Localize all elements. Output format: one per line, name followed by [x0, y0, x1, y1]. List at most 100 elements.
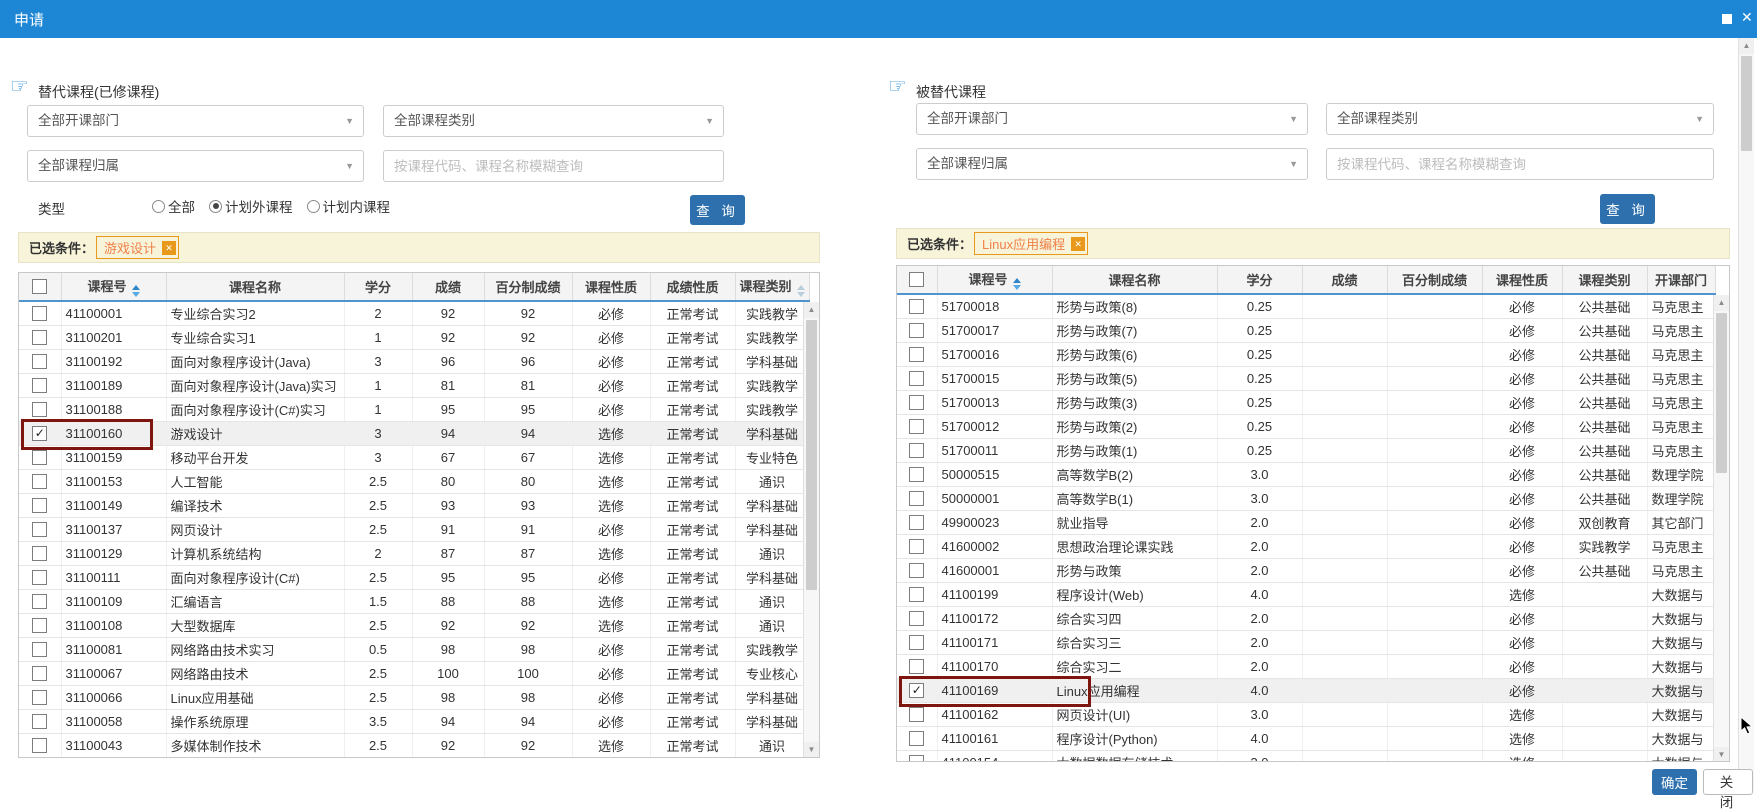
confirm-button[interactable]: 确定 — [1652, 769, 1697, 795]
row-checkbox[interactable] — [909, 683, 924, 698]
left-belong-select[interactable]: 全部课程归属 ▼ — [27, 150, 364, 182]
row-checkbox[interactable] — [32, 474, 47, 489]
select-all-checkbox[interactable] — [32, 279, 47, 294]
row-checkbox[interactable] — [909, 299, 924, 314]
row-checkbox[interactable] — [32, 426, 47, 441]
right-department-select[interactable]: 全部开课部门 ▼ — [916, 103, 1308, 135]
type-radio-计划内课程[interactable]: 计划内课程 — [307, 196, 391, 216]
table-row[interactable]: 31100111面向对象程序设计(C#)2.59595必修正常考试学科基础 — [19, 566, 809, 590]
type-radio-全部[interactable]: 全部 — [152, 196, 195, 216]
scroll-down-icon[interactable]: ▼ — [804, 742, 819, 758]
row-checkbox[interactable] — [909, 419, 924, 434]
table-row[interactable]: 31100137网页设计2.59191必修正常考试学科基础 — [19, 518, 809, 542]
table-row[interactable]: 31100192面向对象程序设计(Java)39696必修正常考试学科基础 — [19, 350, 809, 374]
table-row[interactable]: 51700018形势与政策(8)0.25必修公共基础马克思主 — [897, 294, 1715, 319]
table-row[interactable]: 51700013形势与政策(3)0.25必修公共基础马克思主 — [897, 391, 1715, 415]
scroll-up-icon[interactable]: ▲ — [1714, 295, 1729, 311]
column-header[interactable]: 课程号 — [937, 266, 1052, 294]
row-checkbox[interactable] — [32, 306, 47, 321]
table-row[interactable]: 31100129计算机系统结构28787选修正常考试通识 — [19, 542, 809, 566]
row-checkbox[interactable] — [909, 563, 924, 578]
radio-icon[interactable] — [307, 200, 320, 213]
row-checkbox[interactable] — [909, 539, 924, 554]
row-checkbox[interactable] — [32, 666, 47, 681]
right-table-scrollbar[interactable]: ▲ ▼ — [1713, 295, 1729, 762]
sort-icon[interactable] — [132, 285, 140, 297]
table-row[interactable]: 50000515高等数学B(2)3.0必修公共基础数理学院 — [897, 463, 1715, 487]
table-row[interactable]: 51700011形势与政策(1)0.25必修公共基础马克思主 — [897, 439, 1715, 463]
row-checkbox[interactable] — [32, 738, 47, 753]
row-checkbox[interactable] — [32, 690, 47, 705]
row-checkbox[interactable] — [909, 587, 924, 602]
row-checkbox[interactable] — [32, 354, 47, 369]
right-query-button[interactable]: 查 询 — [1600, 194, 1655, 224]
scrollbar-thumb[interactable] — [1741, 56, 1752, 151]
table-row[interactable]: 41100169Linux应用编程4.0必修大数据与 — [897, 679, 1715, 703]
row-checkbox[interactable] — [32, 570, 47, 585]
right-category-select[interactable]: 全部课程类别 ▼ — [1326, 103, 1714, 135]
row-checkbox[interactable] — [32, 330, 47, 345]
table-row[interactable]: 41100001专业综合实习229292必修正常考试实践教学 — [19, 301, 809, 326]
row-checkbox[interactable] — [909, 491, 924, 506]
scroll-up-icon[interactable]: ▲ — [804, 302, 819, 318]
table-row[interactable]: 50000001高等数学B(1)3.0必修公共基础数理学院 — [897, 487, 1715, 511]
row-checkbox[interactable] — [909, 443, 924, 458]
table-row[interactable]: 41100199程序设计(Web)4.0选修大数据与 — [897, 583, 1715, 607]
table-row[interactable]: 41600002思想政治理论课实践2.0必修实践教学马克思主 — [897, 535, 1715, 559]
type-radio-计划外课程[interactable]: 计划外课程 — [209, 196, 293, 216]
table-row[interactable]: 41100154大数据数据存储技术3.0选修大数据与 — [897, 751, 1715, 763]
column-header[interactable]: 课程号 — [61, 273, 166, 301]
table-row[interactable]: 31100066Linux应用基础2.59898必修正常考试学科基础 — [19, 686, 809, 710]
row-checkbox[interactable] — [32, 618, 47, 633]
remove-condition-icon[interactable] — [1071, 237, 1085, 251]
table-row[interactable]: 51700012形势与政策(2)0.25必修公共基础马克思主 — [897, 415, 1715, 439]
row-checkbox[interactable] — [909, 515, 924, 530]
sort-icon[interactable] — [797, 285, 805, 297]
sort-icon[interactable] — [1013, 278, 1021, 290]
table-row[interactable]: 31100201专业综合实习119292必修正常考试实践教学 — [19, 326, 809, 350]
table-row[interactable]: 31100160游戏设计39494选修正常考试学科基础 — [19, 422, 809, 446]
table-row[interactable]: 31100108大型数据库2.59292选修正常考试通识 — [19, 614, 809, 638]
table-row[interactable]: 31100159移动平台开发36767选修正常考试专业特色 — [19, 446, 809, 470]
column-header[interactable]: 课程类别 — [735, 273, 809, 301]
row-checkbox[interactable] — [909, 635, 924, 650]
row-checkbox[interactable] — [909, 707, 924, 722]
close-icon[interactable]: ✕ — [1741, 9, 1753, 26]
table-row[interactable]: 41600001形势与政策2.0必修公共基础马克思主 — [897, 559, 1715, 583]
row-checkbox[interactable] — [32, 594, 47, 609]
table-row[interactable]: 41100162网页设计(UI)3.0选修大数据与 — [897, 703, 1715, 727]
table-row[interactable]: 31100067网络路由技术2.5100100必修正常考试专业核心 — [19, 662, 809, 686]
scroll-up-icon[interactable]: ▲ — [1739, 38, 1754, 54]
table-row[interactable]: 31100043多媒体制作技术2.59292选修正常考试通识 — [19, 734, 809, 758]
row-checkbox[interactable] — [909, 755, 924, 762]
close-button[interactable]: 关 闭 — [1703, 769, 1753, 795]
right-search-input[interactable] — [1326, 148, 1714, 180]
table-row[interactable]: 31100188面向对象程序设计(C#)实习19595必修正常考试实践教学 — [19, 398, 809, 422]
row-checkbox[interactable] — [909, 731, 924, 746]
row-checkbox[interactable] — [909, 371, 924, 386]
table-row[interactable]: 31100081网络路由技术实习0.59898必修正常考试实践教学 — [19, 638, 809, 662]
row-checkbox[interactable] — [909, 467, 924, 482]
remove-condition-icon[interactable] — [162, 241, 176, 255]
left-table-scrollbar[interactable]: ▲ ▼ — [803, 302, 819, 758]
left-category-select[interactable]: 全部课程类别 ▼ — [383, 105, 724, 137]
table-row[interactable]: 31100058操作系统原理3.59494必修正常考试学科基础 — [19, 710, 809, 734]
left-search-input[interactable] — [383, 150, 724, 182]
row-checkbox[interactable] — [32, 450, 47, 465]
table-row[interactable]: 31100189面向对象程序设计(Java)实习18181必修正常考试实践教学 — [19, 374, 809, 398]
scrollbar-thumb[interactable] — [806, 320, 817, 590]
select-all-checkbox[interactable] — [909, 272, 924, 287]
row-checkbox[interactable] — [32, 402, 47, 417]
row-checkbox[interactable] — [32, 378, 47, 393]
row-checkbox[interactable] — [909, 659, 924, 674]
scrollbar-thumb[interactable] — [1716, 313, 1727, 473]
row-checkbox[interactable] — [909, 611, 924, 626]
table-row[interactable]: 41100171综合实习三2.0必修大数据与 — [897, 631, 1715, 655]
row-checkbox[interactable] — [32, 522, 47, 537]
row-checkbox[interactable] — [32, 498, 47, 513]
table-row[interactable]: 49900023就业指导2.0必修双创教育其它部门 — [897, 511, 1715, 535]
dialog-scrollbar[interactable]: ▲ ▼ — [1738, 38, 1754, 791]
row-checkbox[interactable] — [32, 714, 47, 729]
right-belong-select[interactable]: 全部课程归属 ▼ — [916, 148, 1308, 180]
row-checkbox[interactable] — [32, 546, 47, 561]
